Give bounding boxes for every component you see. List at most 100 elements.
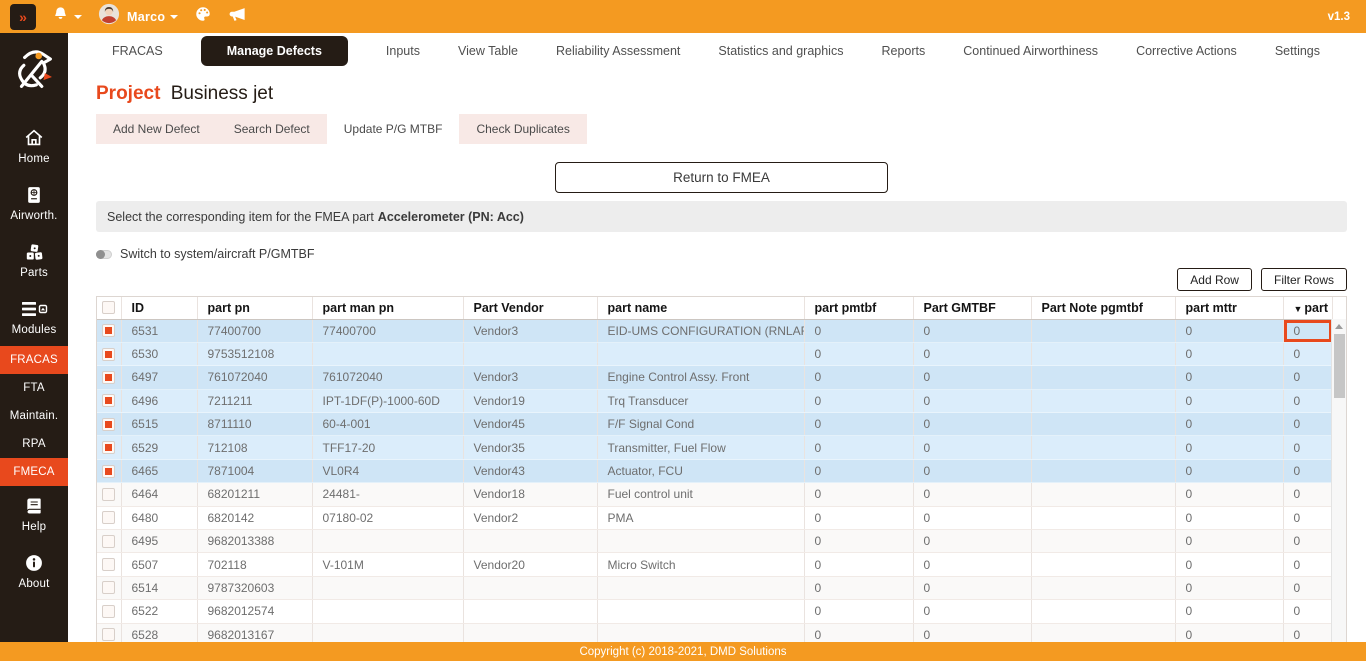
cell-part-gmtbf[interactable]: 0: [913, 436, 1031, 459]
cell-part-mttr[interactable]: 0: [1175, 553, 1283, 576]
cell-part-name[interactable]: [597, 530, 804, 553]
row-checkbox[interactable]: [102, 488, 115, 501]
cell-part-vendor[interactable]: [463, 600, 597, 623]
cell-id[interactable]: 6496: [121, 389, 197, 412]
cell-part-note-pgmtbf[interactable]: [1031, 576, 1175, 599]
cell-part-co[interactable]: 0: [1283, 389, 1332, 412]
nav-item-continued-airworthiness[interactable]: Continued Airworthiness: [963, 44, 1098, 58]
row-checkbox[interactable]: [102, 465, 115, 478]
cell-id[interactable]: 6464: [121, 483, 197, 506]
cell-part-name[interactable]: [597, 342, 804, 365]
table-row[interactable]: 6515871111060-4-001Vendor45F/F Signal Co…: [97, 413, 1332, 436]
cell-part-note-pgmtbf[interactable]: [1031, 413, 1175, 436]
cell-part-pmtbf[interactable]: 0: [804, 600, 913, 623]
sidebar-item-about[interactable]: About: [0, 543, 68, 600]
cell-part-vendor[interactable]: Vendor35: [463, 436, 597, 459]
row-checkbox[interactable]: [102, 535, 115, 548]
cell-part-pn[interactable]: 9682012574: [197, 600, 312, 623]
cell-part-note-pgmtbf[interactable]: [1031, 483, 1175, 506]
nav-item-corrective-actions[interactable]: Corrective Actions: [1136, 44, 1237, 58]
cell-part-pn[interactable]: 9682013388: [197, 530, 312, 553]
sidebar-item-parts[interactable]: Parts: [0, 232, 68, 289]
cell-part-pmtbf[interactable]: 0: [804, 342, 913, 365]
cell-part-mttr[interactable]: 0: [1175, 576, 1283, 599]
system-aircraft-toggle[interactable]: [96, 250, 112, 259]
row-checkbox[interactable]: [102, 394, 115, 407]
cell-part-man-pn[interactable]: [312, 576, 463, 599]
cell-part-pmtbf[interactable]: 0: [804, 506, 913, 529]
cell-part-note-pgmtbf[interactable]: [1031, 389, 1175, 412]
scroll-up-icon[interactable]: [1335, 324, 1343, 329]
cell-part-gmtbf[interactable]: 0: [913, 600, 1031, 623]
cell-part-name[interactable]: F/F Signal Cond: [597, 413, 804, 436]
cell-part-pn[interactable]: 9787320603: [197, 576, 312, 599]
cell-part-co[interactable]: 0: [1283, 600, 1332, 623]
row-checkbox[interactable]: [102, 371, 115, 384]
cell-part-pmtbf[interactable]: 0: [804, 413, 913, 436]
sidebar-item-help[interactable]: Help: [0, 486, 68, 543]
col-header-part-vendor[interactable]: Part Vendor: [463, 297, 597, 319]
table-row[interactable]: 64646820121124481-Vendor18Fuel control u…: [97, 483, 1332, 506]
cell-part-co[interactable]: 0: [1283, 342, 1332, 365]
cell-part-name[interactable]: [597, 576, 804, 599]
cell-part-co[interactable]: 0: [1283, 413, 1332, 436]
table-row[interactable]: 649596820133880000: [97, 530, 1332, 553]
cell-id[interactable]: 6522: [121, 600, 197, 623]
cell-part-mttr[interactable]: 0: [1175, 436, 1283, 459]
cell-part-gmtbf[interactable]: 0: [913, 366, 1031, 389]
cell-part-co[interactable]: 0: [1283, 530, 1332, 553]
cell-id[interactable]: 6507: [121, 553, 197, 576]
cell-part-vendor[interactable]: Vendor18: [463, 483, 597, 506]
cell-part-man-pn[interactable]: 761072040: [312, 366, 463, 389]
cell-part-pn[interactable]: 8711110: [197, 413, 312, 436]
table-row[interactable]: 6480682014207180-02Vendor2PMA0000: [97, 506, 1332, 529]
sidebar-item-fta[interactable]: FTA: [0, 374, 68, 402]
theme-button[interactable]: [194, 5, 212, 28]
cell-id[interactable]: 6531: [121, 319, 197, 342]
cell-part-pmtbf[interactable]: 0: [804, 366, 913, 389]
cell-part-name[interactable]: Fuel control unit: [597, 483, 804, 506]
tab-add-new-defect[interactable]: Add New Defect: [96, 114, 217, 144]
row-checkbox[interactable]: [102, 418, 115, 431]
cell-part-mttr[interactable]: 0: [1175, 483, 1283, 506]
tab-update-pg-mtbf[interactable]: Update P/G MTBF: [327, 114, 460, 144]
cell-part-vendor[interactable]: Vendor19: [463, 389, 597, 412]
table-row[interactable]: 651497873206030000: [97, 576, 1332, 599]
col-header-part-pmtbf[interactable]: part pmtbf: [804, 297, 913, 319]
cell-part-gmtbf[interactable]: 0: [913, 342, 1031, 365]
cell-part-mttr[interactable]: 0: [1175, 623, 1283, 642]
col-header-part-mttr[interactable]: part mttr: [1175, 297, 1283, 319]
cell-id[interactable]: 6530: [121, 342, 197, 365]
cell-part-mttr[interactable]: 0: [1175, 389, 1283, 412]
col-header-id[interactable]: ID: [121, 297, 197, 319]
cell-part-pn[interactable]: 712108: [197, 436, 312, 459]
cell-part-co[interactable]: 0: [1283, 459, 1332, 482]
cell-part-mttr[interactable]: 0: [1175, 459, 1283, 482]
cell-part-co[interactable]: 0: [1283, 483, 1332, 506]
cell-part-name[interactable]: PMA: [597, 506, 804, 529]
cell-part-pmtbf[interactable]: 0: [804, 623, 913, 642]
cell-part-mttr[interactable]: 0: [1175, 366, 1283, 389]
cell-id[interactable]: 6529: [121, 436, 197, 459]
row-checkbox[interactable]: [102, 324, 115, 337]
table-row[interactable]: 65317740070077400700Vendor3EID-UMS CONFI…: [97, 319, 1332, 342]
cell-part-co[interactable]: 0: [1283, 553, 1332, 576]
cell-part-gmtbf[interactable]: 0: [913, 483, 1031, 506]
cell-id[interactable]: 6497: [121, 366, 197, 389]
cell-part-gmtbf[interactable]: 0: [913, 553, 1031, 576]
cell-part-name[interactable]: [597, 623, 804, 642]
nav-item-statistics-and-graphics[interactable]: Statistics and graphics: [718, 44, 843, 58]
cell-part-pn[interactable]: 7211211: [197, 389, 312, 412]
row-checkbox[interactable]: [102, 441, 115, 454]
cell-id[interactable]: 6465: [121, 459, 197, 482]
cell-part-co[interactable]: 0: [1283, 366, 1332, 389]
cell-part-note-pgmtbf[interactable]: [1031, 600, 1175, 623]
nav-item-reliability-assessment[interactable]: Reliability Assessment: [556, 44, 680, 58]
cell-part-note-pgmtbf[interactable]: [1031, 366, 1175, 389]
col-header-part-name[interactable]: part name: [597, 297, 804, 319]
app-logo[interactable]: [9, 45, 59, 100]
nav-item-view-table[interactable]: View Table: [458, 44, 518, 58]
filter-rows-button[interactable]: Filter Rows: [1261, 268, 1347, 291]
cell-part-vendor[interactable]: [463, 623, 597, 642]
cell-part-mttr[interactable]: 0: [1175, 530, 1283, 553]
